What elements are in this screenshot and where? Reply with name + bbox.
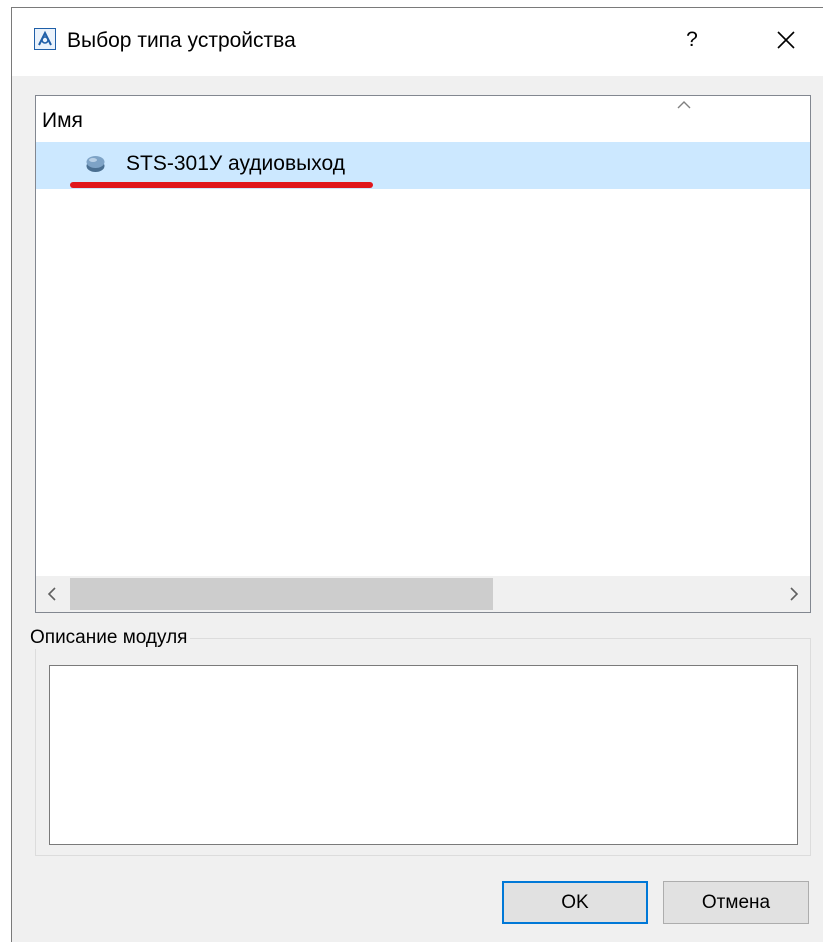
scroll-right-button[interactable] (776, 576, 810, 612)
window-title: Выбор типа устройства (67, 29, 296, 52)
module-description-field[interactable] (49, 665, 798, 845)
scrollbar-thumb[interactable] (70, 578, 493, 610)
horizontal-scrollbar[interactable] (36, 576, 810, 612)
cancel-button[interactable]: Отмена (663, 881, 809, 924)
device-icon (86, 156, 105, 172)
help-button[interactable]: ? (674, 22, 710, 58)
column-header-name[interactable]: Имя (36, 96, 810, 142)
list-item-label: STS-301У аудиовыход (126, 152, 345, 175)
device-type-list[interactable]: Имя STS-301У аудиовыход (35, 95, 811, 613)
title-bar: Выбор типа устройства ? (12, 8, 823, 76)
ok-button[interactable]: OK (502, 881, 648, 924)
chevron-left-icon (47, 587, 56, 601)
chevron-right-icon (790, 587, 799, 601)
device-type-dialog: Выбор типа устройства ? Имя STS-301У ауд… (11, 7, 823, 942)
column-header-label: Имя (42, 109, 83, 132)
close-button[interactable] (768, 22, 804, 58)
scroll-left-button[interactable] (36, 576, 70, 612)
close-icon (777, 31, 795, 49)
highlight-underline (70, 182, 373, 188)
module-description-label: Описание модуля (27, 627, 191, 649)
app-icon (34, 28, 56, 50)
sort-ascending-icon (677, 101, 691, 109)
